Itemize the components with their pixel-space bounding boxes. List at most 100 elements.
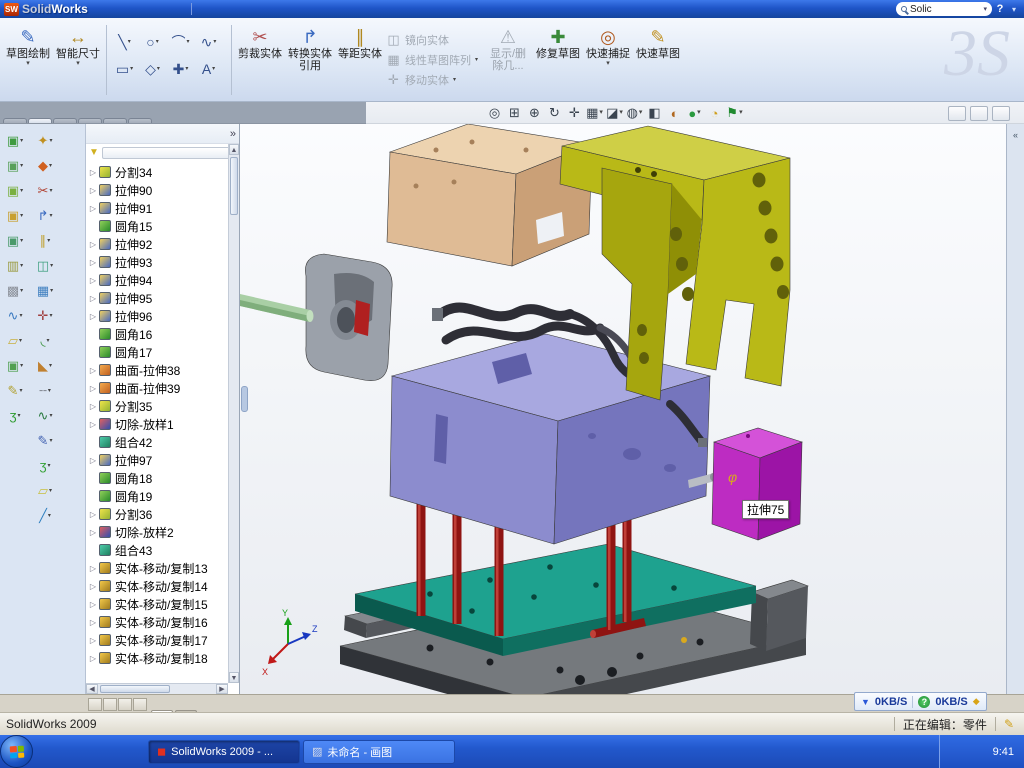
annotation-icon[interactable]: ⚑ ▾ (726, 104, 743, 122)
tree-item[interactable]: ▷ 拉伸90 (88, 181, 239, 199)
convert-icon[interactable]: ↱ ▾ (32, 203, 59, 228)
expand-arrow-icon[interactable]: ▷ (88, 312, 98, 321)
dropdown-caret-icon[interactable]: ▾ (47, 237, 50, 245)
dropdown-caret-icon[interactable]: ▾ (49, 187, 52, 195)
linear-pattern-icon[interactable]: ▦ ▾ (32, 278, 59, 303)
dropdown-caret-icon[interactable]: ▾ (47, 337, 50, 345)
tree-item[interactable]: ▷ 实体-移动/复制15 (88, 595, 239, 613)
dropdown-caret-icon[interactable]: ▾ (49, 312, 52, 320)
tree-item[interactable]: ▷ 拉伸91 (88, 199, 239, 217)
scrollbar-thumb[interactable] (230, 157, 238, 215)
scroll-down-icon[interactable]: ▼ (229, 672, 239, 683)
dropdown-caret-icon[interactable]: ▾ (157, 65, 160, 73)
expand-arrow-icon[interactable]: ▷ (88, 528, 98, 537)
rotate-view-icon[interactable]: ↻ ▾ (546, 104, 563, 122)
design-library-icon[interactable] (1008, 171, 1024, 192)
section-view-icon[interactable]: ◧ ▾ (646, 104, 663, 122)
scroll-right-icon[interactable]: ▶ (216, 684, 228, 694)
mirror-icon[interactable]: ◫ ▾ (32, 253, 59, 278)
green-rod-part[interactable] (240, 294, 314, 322)
tree-horizontal-scrollbar[interactable]: ◀ ▶ (86, 683, 228, 694)
dropdown-caret-icon[interactable]: ▾ (185, 65, 188, 73)
expand-arrow-icon[interactable]: ▷ (88, 276, 98, 285)
zoom-area-icon[interactable]: ⊞ ▾ (506, 104, 523, 122)
dropdown-caret-icon[interactable]: ▾ (475, 56, 478, 64)
curves-toolbar-icon[interactable]: ∿ ▾ (2, 303, 29, 328)
mold-tools-toolbar-icon[interactable]: ▥ ▾ (2, 253, 29, 278)
dropdown-caret-icon[interactable]: ▾ (20, 212, 23, 220)
dropdown-caret-icon[interactable]: ▾ (639, 109, 643, 117)
zoom-in-out-icon[interactable]: ⊕ ▾ (526, 104, 543, 122)
palette-icon[interactable] (1008, 217, 1024, 238)
dropdown-caret-icon[interactable]: ▾ (212, 65, 215, 73)
dropdown-caret-icon[interactable]: ▾ (20, 287, 23, 295)
expand-arrow-icon[interactable]: ▷ (88, 402, 98, 411)
print-icon[interactable] (250, 2, 267, 16)
polygon-tool-icon[interactable]: ◇ ▾ (139, 56, 166, 82)
reference-geometry-icon[interactable]: ▱ ▾ (2, 328, 29, 353)
dropdown-caret-icon[interactable]: ▾ (130, 65, 133, 73)
circle-tool-icon[interactable]: ○ ▾ (139, 29, 166, 55)
spline-tool-icon[interactable]: ∿ ▾ (195, 29, 222, 55)
dropdown-caret-icon[interactable]: ▾ (48, 512, 51, 520)
select-icon[interactable] (304, 2, 321, 16)
tree-vertical-scrollbar[interactable]: ▲ ▼ (228, 144, 239, 683)
expand-arrow-icon[interactable]: ▷ (88, 456, 98, 465)
tree-item[interactable]: ▷ 拉伸92 (88, 235, 239, 253)
tree-item[interactable]: ▷ 曲面-拉伸38 (88, 361, 239, 379)
pattern-toolbar-icon[interactable]: ▩ ▾ (2, 278, 29, 303)
repair-sketch-button[interactable]: ✚ 修复草图 ▾ (534, 21, 582, 99)
expand-arrow-icon[interactable]: ▷ (88, 294, 98, 303)
menu-item[interactable] (136, 8, 148, 10)
smart-dimension-button[interactable]: ↔ 智能尺寸 ▾ (54, 21, 102, 99)
dropdown-caret-icon[interactable]: ▾ (50, 287, 53, 295)
dropdown-caret-icon[interactable]: ▾ (599, 109, 603, 117)
move-entities-button[interactable]: ✛ 移动实体 ▾ (386, 72, 482, 88)
close-doc-button[interactable] (992, 106, 1010, 121)
expand-arrow-icon[interactable]: ▷ (88, 366, 98, 375)
toolbox-icon[interactable] (340, 2, 357, 16)
dropdown-caret-icon[interactable]: ▾ (26, 60, 30, 68)
tree-item[interactable]: ▷ 组合43 (88, 541, 239, 559)
standard-views-icon[interactable]: ▦ ▾ (586, 104, 603, 122)
expand-arrow-icon[interactable]: ▷ (88, 654, 98, 663)
dropdown-caret-icon[interactable]: ▾ (49, 412, 52, 420)
help-icon[interactable]: ? (993, 3, 1007, 15)
command-tab[interactable] (78, 118, 102, 123)
tree-item[interactable]: ▷ 组合42 (88, 433, 239, 451)
home-icon[interactable] (1008, 148, 1024, 169)
dropdown-caret-icon[interactable]: ▾ (128, 38, 131, 46)
tree-item[interactable]: ▷ 实体-移动/复制16 (88, 613, 239, 631)
offset-icon[interactable]: ∥ ▾ (32, 228, 59, 253)
tree-item[interactable]: ▷ 实体-移动/复制18 (88, 649, 239, 667)
collapse-menu-icon[interactable]: ▾ (1008, 5, 1020, 14)
convert-entities-button[interactable]: ↱ 转换实体引用 ▾ (286, 21, 334, 99)
mirror-entities-button[interactable]: ◫ 镜向实体 ▾ (386, 32, 482, 48)
command-tab[interactable] (53, 118, 77, 123)
start-button[interactable] (0, 735, 33, 768)
web-portal-icon[interactable] (1008, 286, 1024, 307)
dimensions-relations-icon[interactable]: ✎ ▾ (2, 378, 29, 403)
dropdown-caret-icon[interactable]: ▾ (19, 312, 22, 320)
expand-arrow-icon[interactable]: ▷ (88, 564, 98, 573)
dropdown-caret-icon[interactable]: ▾ (20, 162, 23, 170)
minimize-doc-button[interactable] (948, 106, 966, 121)
dropdown-caret-icon[interactable]: ▾ (48, 387, 51, 395)
rapid-sketch-icon[interactable]: ʒ ▾ (32, 453, 59, 478)
panel-splitter-handle[interactable] (241, 386, 248, 412)
scroll-left-icon[interactable]: ◀ (86, 684, 98, 694)
rectangle-tool-icon[interactable]: ▭ ▾ (111, 56, 138, 82)
text-tool-icon[interactable]: A ▾ (195, 56, 222, 82)
taskbar-paint-button[interactable]: ▨ 未命名 - 画图 (303, 740, 455, 764)
tree-item[interactable]: ▷ 实体-移动/复制13 (88, 559, 239, 577)
smart-dimension-icon[interactable]: ✦ ▾ (32, 128, 59, 153)
tree-item[interactable]: ▷ 分割35 (88, 397, 239, 415)
expand-arrow-icon[interactable]: ▷ (88, 618, 98, 627)
redo-icon[interactable] (286, 2, 303, 16)
tree-item[interactable]: ▷ 圆角19 (88, 487, 239, 505)
tree-item[interactable]: ▷ 实体-移动/复制14 (88, 577, 239, 595)
magenta-block-part[interactable]: φ (712, 428, 802, 540)
dropdown-caret-icon[interactable]: ▾ (49, 437, 52, 445)
menu-item[interactable] (175, 8, 187, 10)
tree-item[interactable]: ▷ 分割36 (88, 505, 239, 523)
